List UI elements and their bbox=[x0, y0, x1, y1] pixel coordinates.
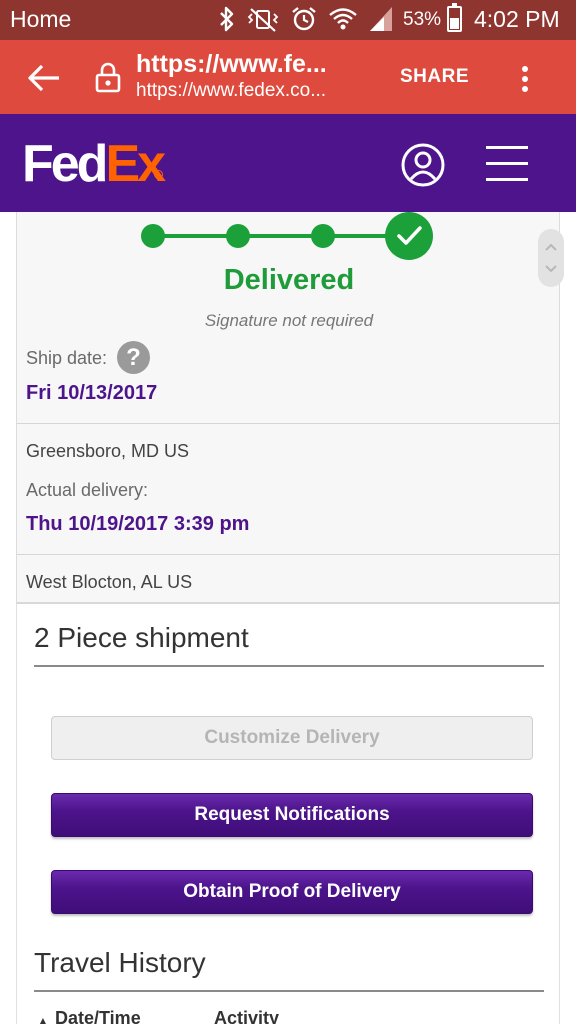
actual-delivery-label: Actual delivery: bbox=[26, 480, 149, 500]
progress-step-dot bbox=[311, 224, 335, 248]
back-arrow-icon[interactable] bbox=[26, 62, 62, 94]
travel-history-title: Travel History bbox=[34, 947, 206, 978]
battery-percent: 53% bbox=[403, 9, 442, 30]
cell-signal-icon bbox=[370, 7, 392, 31]
lock-icon[interactable] bbox=[94, 60, 122, 94]
battery-icon bbox=[447, 3, 462, 32]
customize-delivery-button[interactable]: Customize Delivery bbox=[51, 716, 533, 760]
logo-ex: Ex bbox=[105, 135, 166, 193]
delivered-check-icon bbox=[385, 212, 433, 260]
section-divider bbox=[34, 665, 544, 667]
scroll-handle[interactable] bbox=[538, 229, 564, 287]
vibrate-mute-icon bbox=[247, 8, 279, 32]
status-bar: Home 53% 4:02 PM bbox=[0, 0, 576, 40]
shipment-section: 2 Piece shipment Customize Delivery Requ… bbox=[16, 604, 560, 1024]
destination-location: West Blocton, AL US bbox=[26, 572, 193, 592]
shipment-title: 2 Piece shipment bbox=[34, 622, 249, 653]
origin-location: Greensboro, MD US bbox=[26, 441, 190, 461]
column-header-datetime[interactable]: Date/Time bbox=[55, 1008, 141, 1024]
column-header-activity[interactable]: Activity bbox=[214, 1008, 279, 1024]
progress-step-dot bbox=[141, 224, 165, 248]
ship-date-label: Ship date: bbox=[26, 348, 108, 368]
share-button[interactable]: SHARE bbox=[400, 66, 469, 88]
ship-date-value: Fri 10/13/2017 bbox=[26, 382, 158, 404]
divider bbox=[17, 423, 560, 424]
tracking-status-card: Delivered Signature not required Ship da… bbox=[16, 212, 560, 604]
sort-indicator-icon: ▲ bbox=[37, 1014, 49, 1024]
progress-step-dot bbox=[226, 224, 250, 248]
section-divider bbox=[34, 990, 544, 992]
registered-mark bbox=[154, 170, 163, 179]
obtain-proof-of-delivery-button[interactable]: Obtain Proof of Delivery bbox=[51, 870, 533, 914]
user-account-icon[interactable] bbox=[401, 143, 445, 187]
divider bbox=[17, 554, 560, 555]
delivery-progress-tracker bbox=[141, 212, 433, 260]
wifi-icon bbox=[329, 8, 357, 30]
hamburger-line bbox=[486, 146, 528, 149]
more-vert-icon[interactable] bbox=[515, 64, 535, 94]
hamburger-line bbox=[486, 162, 528, 165]
delivery-status: Delivered bbox=[223, 264, 355, 296]
scroll-chevrons-icon bbox=[545, 243, 557, 273]
actual-delivery-value: Thu 10/19/2017 3:39 pm bbox=[26, 513, 250, 535]
signature-note: Signature not required bbox=[204, 311, 374, 330]
hamburger-line bbox=[486, 178, 528, 181]
browser-toolbar: https://www.fe... https://www.fedex.co..… bbox=[0, 40, 576, 114]
status-time: 4:02 PM bbox=[474, 6, 560, 32]
hamburger-menu-icon[interactable] bbox=[486, 144, 528, 182]
status-home-label: Home bbox=[10, 6, 72, 32]
battery-fill bbox=[450, 18, 459, 29]
fedex-logo[interactable]: FedEx bbox=[22, 135, 166, 193]
fedex-header: FedEx bbox=[0, 114, 576, 212]
bluetooth-icon bbox=[220, 6, 234, 32]
help-icon[interactable]: ? bbox=[117, 341, 150, 374]
url-subtitle[interactable]: https://www.fedex.co... bbox=[136, 80, 326, 102]
logo-fed: Fed bbox=[22, 135, 108, 193]
alarm-icon bbox=[292, 7, 316, 31]
request-notifications-button[interactable]: Request Notifications bbox=[51, 793, 533, 837]
url-title[interactable]: https://www.fe... bbox=[136, 50, 327, 79]
